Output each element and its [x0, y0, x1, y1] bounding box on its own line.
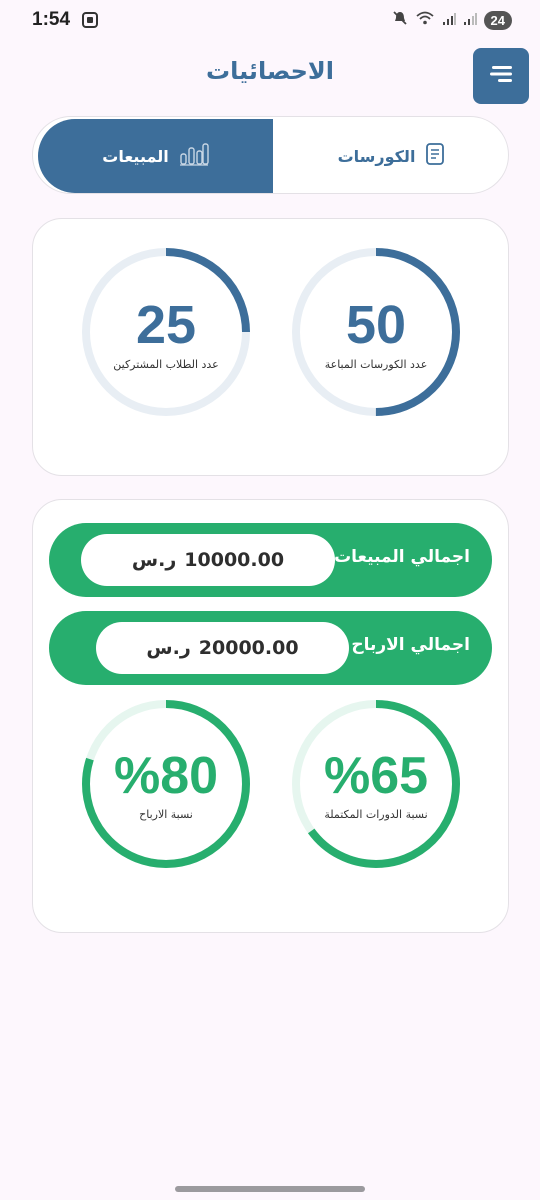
courses-sold-label: عدد الكورسات المباعة — [324, 358, 428, 371]
total-profits-label: اجمالي الارباح — [351, 635, 470, 655]
tab-sales[interactable]: المبيعات — [38, 119, 273, 193]
total-profits-value: 20000.00 — [198, 637, 299, 659]
screenshot-icon — [82, 12, 98, 28]
profit-ratio-value: %80 — [113, 747, 219, 805]
total-sales-label: اجمالي المبيعات — [334, 547, 470, 567]
menu-button[interactable] — [473, 48, 529, 104]
total-sales-currency: ر.س — [131, 549, 177, 571]
tab-bar: الكورسات المبيعات — [32, 116, 509, 194]
total-sales-value: 10000.00 — [184, 549, 285, 571]
completed-courses-gauge: %65 نسبة الدورات المكتملة — [290, 698, 462, 870]
totals-card: اجمالي المبيعات ر.س 10000.00 اجمالي الار… — [32, 499, 509, 933]
wifi-icon — [415, 10, 435, 30]
bar-chart-icon — [179, 142, 209, 170]
status-icons: 24 — [392, 10, 512, 30]
mute-icon — [392, 10, 408, 30]
total-sales-row: اجمالي المبيعات ر.س 10000.00 — [49, 523, 492, 597]
signal-icon — [442, 11, 456, 30]
total-profits-row: اجمالي الارباح ر.س 20000.00 — [49, 611, 492, 685]
total-profits-amount: ر.س 20000.00 — [96, 622, 349, 674]
battery-indicator: 24 — [483, 10, 512, 30]
students-gauge: 25 عدد الطلاب المشتركين — [80, 246, 252, 418]
total-profits-currency: ر.س — [146, 637, 191, 659]
status-bar: 1:54 24 — [0, 0, 540, 40]
tab-courses[interactable]: الكورسات — [273, 117, 508, 193]
document-icon — [425, 142, 445, 170]
tab-courses-label: الكورسات — [337, 146, 416, 166]
completed-courses-label: نسبة الدورات المكتملة — [324, 808, 428, 821]
home-indicator[interactable] — [175, 1186, 365, 1192]
counts-card: 50 عدد الكورسات المباعة 25 عدد الطلاب ال… — [32, 218, 509, 476]
menu-icon — [488, 63, 514, 89]
total-sales-amount: ر.س 10000.00 — [81, 534, 335, 586]
courses-sold-gauge: 50 عدد الكورسات المباعة — [290, 246, 462, 418]
students-label: عدد الطلاب المشتركين — [113, 358, 219, 371]
profit-ratio-label: نسبة الارباح — [139, 808, 193, 821]
courses-sold-value: 50 — [345, 295, 407, 355]
completed-courses-value: %65 — [323, 747, 429, 805]
profit-ratio-gauge: %80 نسبة الارباح — [80, 698, 252, 870]
signal-icon — [463, 11, 477, 30]
status-time: 1:54 — [32, 9, 71, 30]
page-title: الاحصائيات — [206, 57, 334, 85]
tab-sales-label: المبيعات — [102, 146, 169, 166]
students-value: 25 — [135, 295, 197, 355]
